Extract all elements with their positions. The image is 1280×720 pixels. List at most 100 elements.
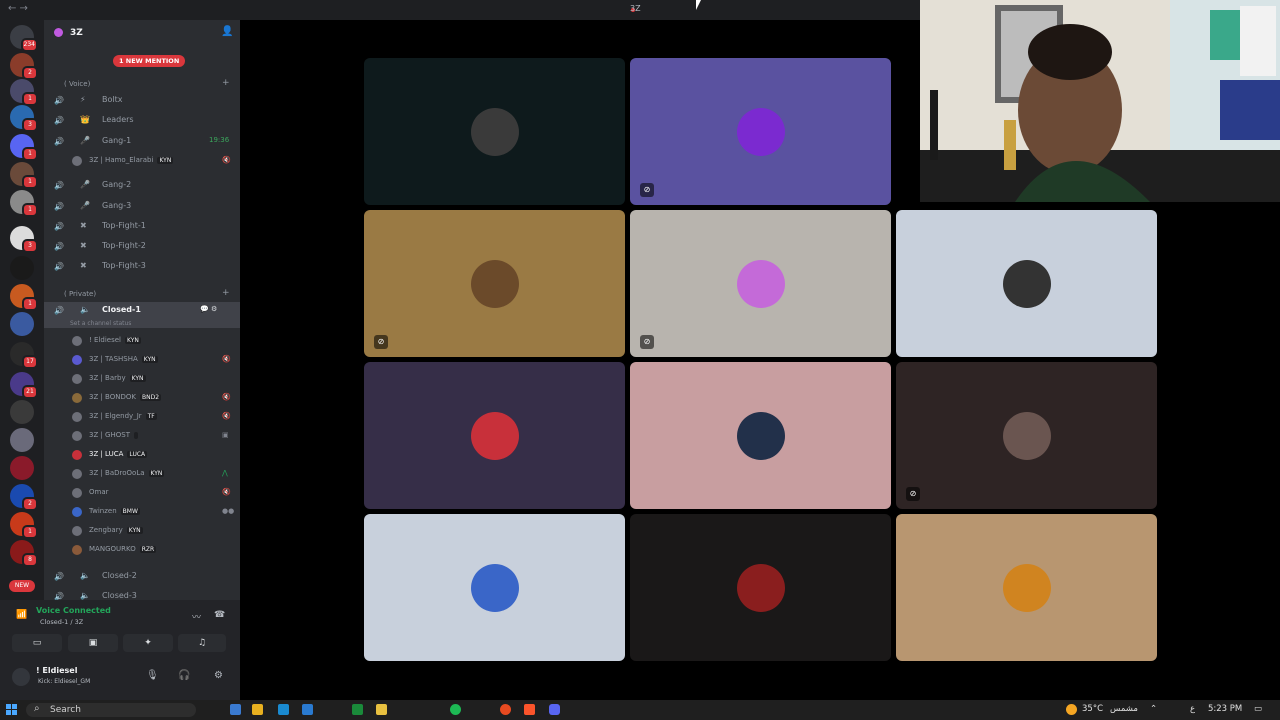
voice-member[interactable]: 3Z | Barby KYN <box>44 370 240 389</box>
app-icon[interactable] <box>302 704 313 715</box>
voice-member[interactable]: 3Z | TASHSHA KYN 🔇 <box>44 351 240 370</box>
participant-avatar <box>470 563 519 612</box>
voice-member[interactable]: 3Z | BaDroOoLa KYN ⋀ <box>44 465 240 484</box>
channel-gang-3[interactable]: 🔊 🎤 Gang-3 <box>44 198 240 216</box>
camera-button[interactable]: ▭ <box>12 634 62 652</box>
voice-connected-label[interactable]: Voice Connected <box>36 606 111 615</box>
server-icon[interactable]: 1 <box>10 162 38 189</box>
channel-top-fight-3[interactable]: 🔊 ✖ Top-Fight-3 <box>44 258 240 276</box>
brave-icon[interactable] <box>524 704 535 715</box>
channel-closed-3[interactable]: 🔊 🔈 Closed-3 <box>44 588 240 600</box>
invite-icon[interactable]: 👤 <box>221 26 233 37</box>
voice-member[interactable]: 3Z | BONDOK BND2 🔇 <box>44 389 240 408</box>
server-icon[interactable] <box>10 456 34 480</box>
notification-icon[interactable]: ▭ <box>1254 704 1262 714</box>
app-icon[interactable] <box>252 704 263 715</box>
channel-status-prompt[interactable]: Set a channel status <box>70 320 131 327</box>
voice-member[interactable]: 3Z | Hamo_Elarabi KYN 🔇 <box>44 152 240 171</box>
spotify-icon[interactable] <box>450 704 461 715</box>
home-button[interactable]: 234 <box>10 25 38 52</box>
channel-leaders[interactable]: 🔊 👑 Leaders <box>44 112 240 130</box>
voice-member[interactable]: Omar 🔇 <box>44 484 240 503</box>
server-icon[interactable]: 3 <box>10 226 38 253</box>
category-private[interactable]: ( Private) + <box>44 288 240 302</box>
voice-member[interactable]: Zengbary KYN <box>44 522 240 541</box>
participant-tile[interactable] <box>364 514 625 661</box>
signal-icon[interactable]: 📶 <box>16 610 27 620</box>
mic-icon[interactable]: 🎙 <box>146 670 159 681</box>
participant-tile[interactable]: ⊘ <box>364 210 625 357</box>
taskbar-search[interactable]: ⌕ Search <box>26 703 196 717</box>
voice-member[interactable]: ! Eldiesel KYN <box>44 332 240 351</box>
server-icon[interactable]: 2 <box>10 484 38 511</box>
discord-icon[interactable] <box>549 704 560 715</box>
server-icon[interactable]: 1 <box>10 284 38 311</box>
server-icon[interactable]: 3 <box>10 105 38 132</box>
voice-member[interactable]: 3Z | GHOST ▣ <box>44 427 240 446</box>
new-mention-pill[interactable]: 1 NEW MENTION <box>113 55 186 67</box>
server-icon[interactable] <box>10 256 34 280</box>
server-icon[interactable]: 17 <box>10 342 38 369</box>
app-icon[interactable] <box>230 704 241 715</box>
server-header[interactable]: 3Z 👤 <box>44 20 240 48</box>
participant-tile[interactable] <box>896 210 1157 357</box>
settings-gear-icon[interactable]: ⚙ <box>214 670 223 681</box>
voice-member[interactable]: MANGOURKO RZR <box>44 541 240 560</box>
title-bar: ← → 3Z <box>0 0 920 20</box>
voice-channel-path[interactable]: Closed-1 / 3Z <box>40 618 83 626</box>
app-icon[interactable] <box>376 704 387 715</box>
headphones-icon[interactable]: 🎧 <box>178 670 190 681</box>
new-servers-pill[interactable]: NEW <box>9 580 35 592</box>
server-icon[interactable] <box>10 428 34 452</box>
server-icon[interactable] <box>10 400 34 424</box>
participant-tile[interactable]: ⊘ <box>630 210 891 357</box>
participant-tile[interactable] <box>630 362 891 509</box>
server-icon[interactable] <box>10 312 34 336</box>
voice-member[interactable]: 3Z | Elgendy_Jr TF 🔇 <box>44 408 240 427</box>
windows-start-icon[interactable] <box>6 704 18 716</box>
user-avatar[interactable] <box>12 668 30 686</box>
category-voice[interactable]: ( Voice) + <box>44 78 240 92</box>
tray-chevron-icon[interactable]: ⌃ <box>1150 704 1157 714</box>
server-icon[interactable]: 1 <box>10 512 38 539</box>
screenshare-button[interactable]: ▣ <box>68 634 118 652</box>
server-icon[interactable]: 1 <box>10 79 38 106</box>
app-icon[interactable] <box>278 704 289 715</box>
weather-temp[interactable]: 35°C <box>1082 704 1103 714</box>
soundboard-button[interactable]: ♫ <box>178 634 226 652</box>
channel-gang-2[interactable]: 🔊 🎤 Gang-2 <box>44 177 240 195</box>
weather-condition[interactable]: مشمس <box>1110 704 1138 714</box>
add-channel-icon[interactable]: + <box>222 78 230 88</box>
chrome-icon[interactable] <box>500 704 511 715</box>
channel-top-fight-1[interactable]: 🔊 ✖ Top-Fight-1 <box>44 218 240 236</box>
participant-tile[interactable]: ⊘ <box>896 362 1157 509</box>
app-icon[interactable] <box>352 704 363 715</box>
server-icon[interactable]: 2 <box>10 53 38 80</box>
voice-member[interactable]: Twinzen BMW ●● <box>44 503 240 522</box>
channel-top-fight-2[interactable]: 🔊 ✖ Top-Fight-2 <box>44 238 240 256</box>
disconnect-icon[interactable]: ☎ <box>214 610 225 620</box>
channel-gang-1[interactable]: 🔊 🎤 Gang-1 19:36 <box>44 133 240 151</box>
server-icon[interactable]: 8 <box>10 540 38 567</box>
server-icon[interactable]: 1 <box>10 190 38 217</box>
participant-tile[interactable] <box>364 362 625 509</box>
nav-arrows-icon[interactable]: ← → <box>8 3 28 14</box>
voice-member[interactable]: 3Z | LUCA LUCA <box>44 446 240 465</box>
participant-tile[interactable] <box>630 514 891 661</box>
avatar <box>72 156 82 166</box>
participant-tile[interactable] <box>364 58 625 205</box>
user-name[interactable]: ! Eldiesel <box>36 666 77 675</box>
server-icon[interactable]: 21 <box>10 372 38 399</box>
channel-closed-2[interactable]: 🔊 🔈 Closed-2 <box>44 568 240 586</box>
avatar <box>72 545 82 555</box>
participant-tile[interactable] <box>896 514 1157 661</box>
add-channel-icon[interactable]: + <box>222 288 230 298</box>
noise-suppression-icon[interactable]: 〰 <box>192 610 201 623</box>
channel-boltx[interactable]: 🔊 ⚡ Boltx <box>44 92 240 110</box>
channel-actions-icon[interactable]: 💬 ⚙ <box>200 305 217 313</box>
clock[interactable]: 5:23 PM <box>1208 704 1242 714</box>
server-icon[interactable]: 1 <box>10 134 38 161</box>
input-language[interactable]: ع <box>1190 704 1195 714</box>
activity-button[interactable]: ✦ <box>123 634 173 652</box>
participant-tile[interactable]: ⊘ <box>630 58 891 205</box>
